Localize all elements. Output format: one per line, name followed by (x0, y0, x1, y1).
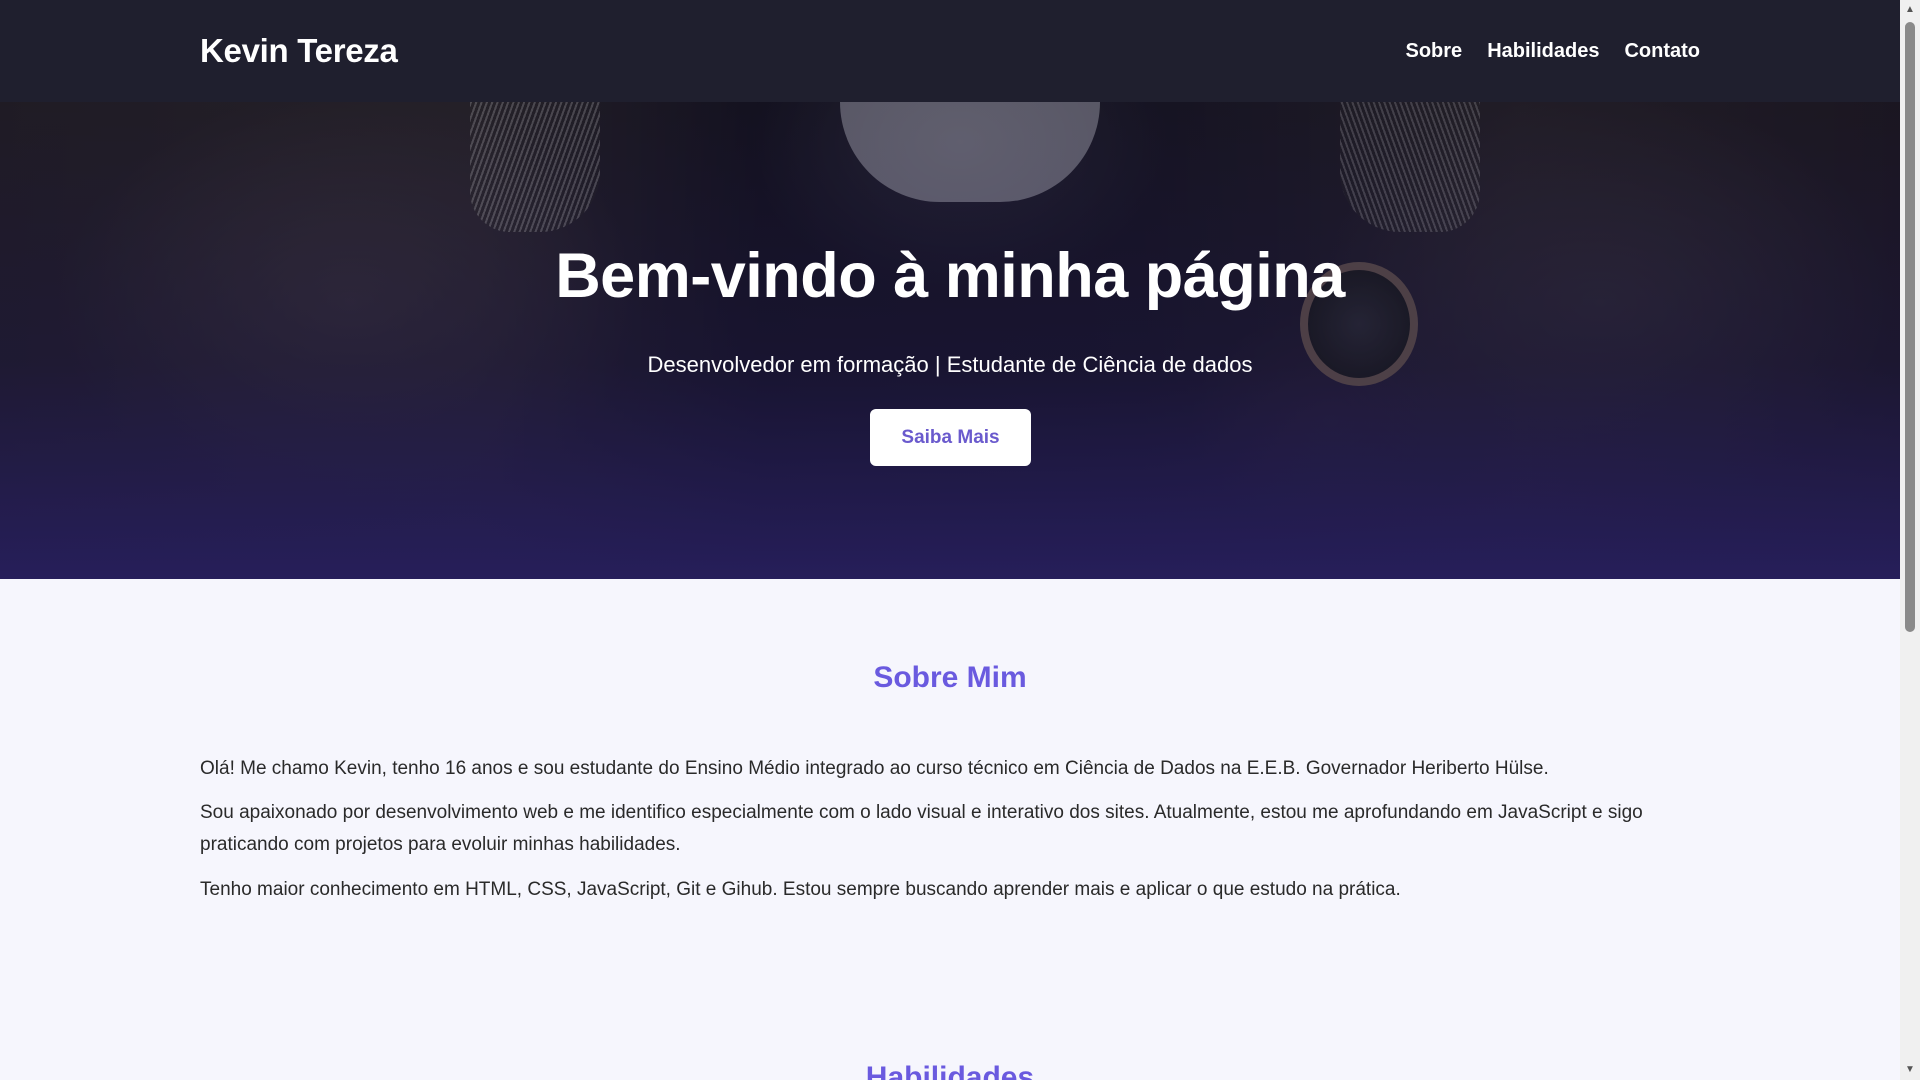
hero-section: Bem-vindo à minha página Desenvolvedor e… (0, 102, 1900, 579)
triangle-up-icon[interactable]: ▲ (1900, 0, 1920, 20)
site-brand[interactable]: Kevin Tereza (200, 32, 398, 70)
about-section: Sobre Mim Olá! Me chamo Kevin, tenho 16 … (0, 579, 1900, 1080)
about-paragraph: Sou apaixonado por desenvolvimento web e… (200, 802, 1643, 855)
page: Kevin Tereza Sobre Habilidades Contato B… (0, 0, 1900, 1080)
triangle-down-icon[interactable]: ▼ (1900, 1060, 1920, 1080)
nav-link-sobre[interactable]: Sobre (1406, 40, 1463, 63)
navbar: Kevin Tereza Sobre Habilidades Contato (0, 0, 1900, 102)
scrollbar-thumb[interactable] (1905, 22, 1915, 632)
about-paragraph: Tenho maior conhecimento em HTML, CSS, J… (200, 879, 1401, 900)
saiba-mais-button[interactable]: Saiba Mais (870, 409, 1031, 466)
hero-subtitle: Desenvolvedor em formação | Estudante de… (647, 352, 1253, 377)
hero-content: Bem-vindo à minha página Desenvolvedor e… (0, 102, 1900, 579)
skills-title: Habilidades (865, 1061, 1035, 1080)
about-paragraph: Olá! Me chamo Kevin, tenho 16 anos e sou… (200, 758, 1549, 779)
nav-link-contato[interactable]: Contato (1624, 40, 1700, 63)
hero-title: Bem-vindo à minha página (555, 241, 1345, 311)
main-nav: Sobre Habilidades Contato (1406, 40, 1701, 63)
vertical-scrollbar[interactable]: ▲ ▼ (1900, 0, 1920, 1080)
about-title: Sobre Mim (873, 661, 1027, 694)
nav-link-habilidades[interactable]: Habilidades (1487, 40, 1599, 63)
